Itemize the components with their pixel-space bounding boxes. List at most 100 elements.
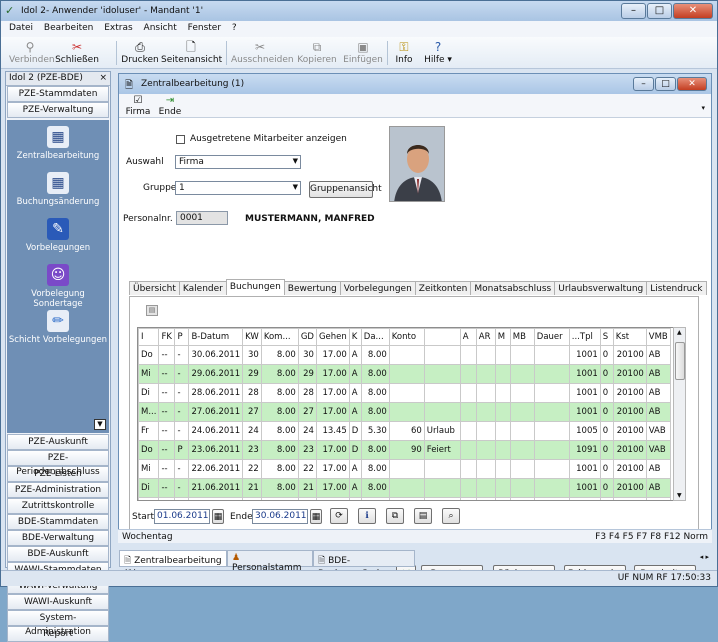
table-cell[interactable] — [494, 402, 511, 422]
table-cell[interactable]: 1001 — [568, 345, 601, 365]
table-cell[interactable]: AB — [645, 383, 671, 403]
end-button[interactable]: ⇥ Ende — [157, 95, 183, 117]
table-cell[interactable]: AB — [645, 364, 671, 384]
table-cell[interactable] — [494, 440, 511, 460]
table-cell[interactable]: 8.00 — [360, 459, 390, 479]
table-cell[interactable]: P — [174, 440, 190, 460]
table-cell[interactable]: 30.06.2011 — [188, 345, 244, 365]
table-row[interactable]: Fr -- -24.06.2011 24 8.00 24 13.45 D 5.30 60 Urlau… — [138, 421, 671, 441]
table-cell[interactable]: 0 — [599, 497, 614, 500]
child-minimize-button[interactable]: – — [633, 77, 654, 91]
table-cell[interactable]: Urlaub — [423, 421, 461, 441]
table-cell[interactable] — [459, 459, 477, 479]
refresh-icon[interactable]: ⟳ — [330, 508, 348, 524]
tab-urlaubsverwaltung[interactable]: Urlaubsverwaltung — [554, 281, 648, 295]
table-cell[interactable]: M... — [138, 497, 160, 500]
company-button[interactable]: ☑ Firma — [125, 95, 151, 117]
table-cell[interactable]: 0 — [599, 383, 614, 403]
doc-tab-bde-buchungsaenderung[interactable]: 🗎 BDE-Buchungsänderung — [313, 550, 415, 579]
table-cell[interactable] — [475, 440, 496, 460]
table-cell[interactable] — [509, 345, 535, 365]
table-cell[interactable]: 8.00 — [360, 497, 390, 500]
scroll-up-icon[interactable]: ▲ — [677, 329, 682, 336]
table-cell[interactable] — [475, 459, 496, 479]
table-cell[interactable]: 17.00 — [315, 402, 350, 422]
copy-button[interactable]: ⧉ Kopieren — [295, 39, 339, 65]
table-cell[interactable]: 0 — [599, 364, 614, 384]
table-cell[interactable] — [388, 497, 425, 500]
table-cell[interactable] — [459, 478, 477, 498]
column-header[interactable]: M — [494, 328, 511, 346]
info-button[interactable]: ⚿ Info — [393, 39, 415, 65]
table-cell[interactable]: -- — [158, 364, 176, 384]
table-cell[interactable]: 1001 — [568, 497, 601, 500]
connect-button[interactable]: ⚲ Verbinden — [9, 39, 55, 65]
menu-extras[interactable]: Extras — [104, 23, 132, 33]
table-cell[interactable] — [459, 364, 477, 384]
child-maximize-button[interactable]: □ — [655, 77, 676, 91]
table-cell[interactable]: 23 — [242, 440, 262, 460]
table-cell[interactable] — [494, 383, 511, 403]
scroll-down-icon[interactable]: ▼ — [94, 419, 106, 430]
column-header[interactable]: Konto — [388, 328, 425, 346]
table-cell[interactable] — [423, 383, 461, 403]
table-cell[interactable]: 20100 — [612, 364, 647, 384]
table-cell[interactable]: 8.00 — [260, 421, 299, 441]
table-cell[interactable]: 27 — [242, 402, 262, 422]
table-cell[interactable] — [533, 345, 570, 365]
tab-zeitkonten[interactable]: Zeitkonten — [414, 281, 472, 295]
table-cell[interactable]: 60 — [388, 421, 425, 441]
table-cell[interactable]: 8.00 — [260, 497, 299, 500]
nav-zutrittskontrolle[interactable]: Zutrittskontrolle — [7, 498, 109, 514]
doc-tab-personalstamm[interactable]: ♟ Personalstamm (1) — [227, 550, 313, 583]
table-cell[interactable] — [494, 459, 511, 479]
table-cell[interactable]: 20.06.2011 — [188, 497, 244, 500]
table-cell[interactable]: 21 — [242, 478, 262, 498]
table-cell[interactable]: 20100 — [612, 440, 647, 460]
table-cell[interactable]: 20100 — [612, 345, 647, 365]
table-cell[interactable] — [533, 440, 570, 460]
table-cell[interactable]: 20100 — [612, 383, 647, 403]
help-button[interactable]: ? Hilfe ▾ — [421, 39, 455, 65]
table-cell[interactable]: 29 — [242, 364, 262, 384]
table-cell[interactable]: 8.00 — [360, 345, 390, 365]
column-header[interactable]: Dauer — [533, 328, 570, 346]
table-cell[interactable]: 17.00 — [315, 345, 350, 365]
tab-listendruck[interactable]: Listendruck — [646, 281, 707, 295]
table-cell[interactable]: D — [348, 421, 362, 441]
table-cell[interactable]: 1001 — [568, 459, 601, 479]
scroll-down-icon[interactable]: ▼ — [677, 492, 682, 499]
table-cell[interactable]: 30 — [297, 345, 317, 365]
tab-vorbelegungen[interactable]: Vorbelegungen — [339, 281, 416, 295]
table-cell[interactable]: 8.00 — [260, 383, 299, 403]
group-dropdown[interactable]: 1 ▼ — [175, 181, 301, 195]
table-cell[interactable] — [423, 478, 461, 498]
column-header[interactable]: AR — [475, 328, 496, 346]
tab-uebersicht[interactable]: Übersicht — [129, 281, 180, 295]
nav-pze-administration[interactable]: PZE-Administration — [7, 482, 109, 498]
column-header[interactable]: MB — [509, 328, 535, 346]
windows-icon[interactable]: ⧉ — [386, 508, 404, 524]
search-icon[interactable]: ⌕ — [442, 508, 460, 524]
table-cell[interactable]: Do — [138, 345, 160, 365]
table-cell[interactable]: - — [174, 383, 190, 403]
table-cell[interactable]: 20 — [297, 497, 317, 500]
table-cell[interactable]: 1001 — [568, 402, 601, 422]
column-header[interactable]: FK — [158, 328, 176, 346]
table-cell[interactable] — [509, 421, 535, 441]
table-cell[interactable]: VAB — [645, 421, 671, 441]
table-cell[interactable] — [494, 478, 511, 498]
nav-bde-auskunft[interactable]: BDE-Auskunft — [7, 546, 109, 562]
table-cell[interactable]: 8.00 — [260, 364, 299, 384]
table-cell[interactable]: 24.06.2011 — [188, 421, 244, 441]
table-cell[interactable]: D — [348, 440, 362, 460]
table-cell[interactable]: - — [174, 497, 190, 500]
nav-wawi-auskunft[interactable]: WAWI-Auskunft — [7, 594, 109, 610]
tab-monatsabschluss[interactable]: Monatsabschluss — [470, 281, 556, 295]
table-cell[interactable]: 17.00 — [315, 459, 350, 479]
column-header[interactable]: Da... — [360, 328, 390, 346]
table-cell[interactable]: 0 — [599, 402, 614, 422]
table-cell[interactable]: 8.00 — [260, 402, 299, 422]
table-cell[interactable]: - — [174, 478, 190, 498]
table-cell[interactable] — [475, 421, 496, 441]
